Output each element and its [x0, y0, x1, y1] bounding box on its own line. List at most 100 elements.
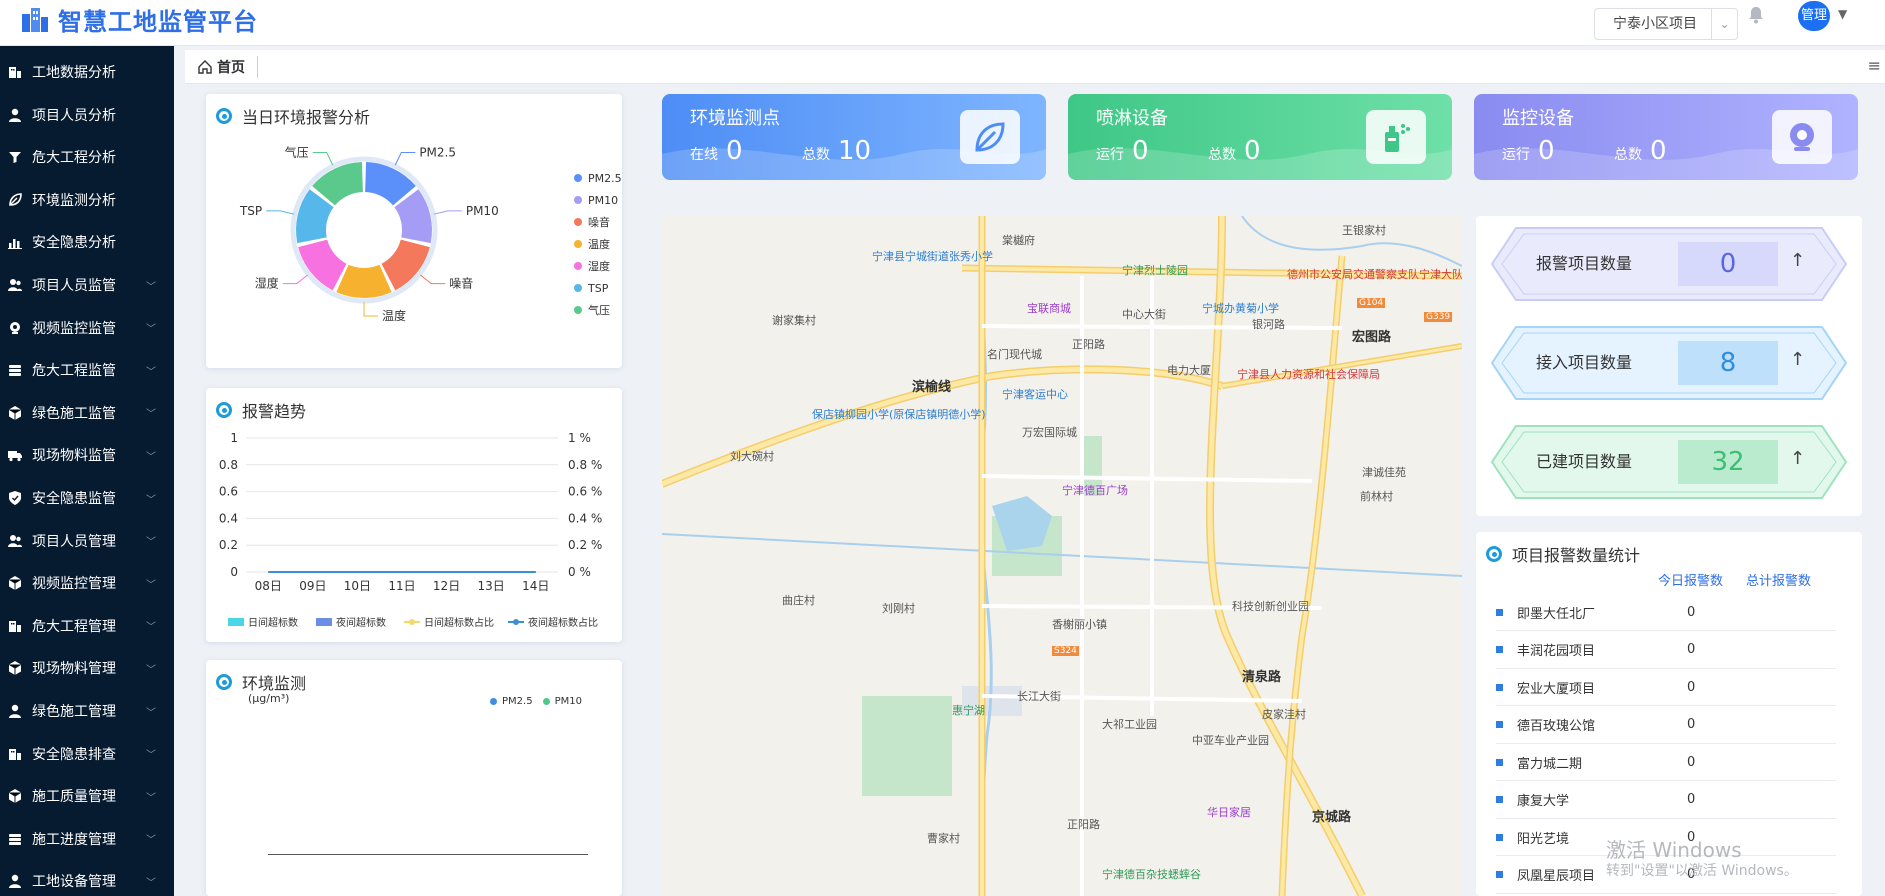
slice-leader-line	[282, 274, 309, 285]
legend-label[interactable]: 温度	[588, 237, 610, 251]
legend-label[interactable]: TSP	[587, 282, 609, 295]
sidebar-item-7[interactable]: 视频监控监管 ﹀	[0, 307, 174, 349]
donut-slice-湿度[interactable]	[298, 239, 347, 291]
sidebar-item-3[interactable]: 危大工程分析	[0, 136, 174, 178]
sidebar-item-18[interactable]: 施工质量管理 ﹀	[0, 775, 174, 817]
sidebar-item-11[interactable]: 安全隐患监管 ﹀	[0, 477, 174, 519]
map-label[interactable]: 中心大街	[1122, 306, 1166, 322]
map-label[interactable]: 宏图路	[1352, 326, 1391, 345]
map-label[interactable]: 滨榆线	[912, 376, 951, 395]
legend-label[interactable]: 日间超标数占比	[424, 616, 494, 629]
map-label[interactable]: 万宏国际城	[1022, 424, 1077, 440]
legend-label[interactable]: 日间超标数	[248, 616, 298, 629]
tab-home[interactable]: 首页	[197, 56, 258, 78]
legend-label[interactable]: 噪音	[588, 215, 610, 229]
table-row[interactable]: 德百玫瑰公馆 0	[1496, 707, 1836, 744]
map-label[interactable]: G104	[1357, 298, 1386, 308]
sidebar-item-1[interactable]: 工地数据分析	[0, 51, 174, 93]
sidebar-item-15[interactable]: 现场物料管理 ﹀	[0, 647, 174, 689]
building-icon	[4, 618, 26, 634]
legend-label[interactable]: 湿度	[588, 259, 610, 273]
stat-card-2[interactable]: 喷淋设备 运行 0 总数 0	[1068, 94, 1452, 180]
sidebar-item-20[interactable]: 工地设备管理 ﹀	[0, 860, 174, 896]
chevron-down-icon[interactable]: ⌄	[1711, 9, 1737, 39]
map-label[interactable]: 电力大厦	[1167, 362, 1211, 378]
project-select[interactable]: 宁泰小区项目 ⌄	[1594, 8, 1738, 40]
map-label[interactable]: 香榭丽小镇	[1052, 616, 1107, 632]
sidebar-item-9[interactable]: 绿色施工监管 ﹀	[0, 392, 174, 434]
sidebar-item-13[interactable]: 视频监控管理 ﹀	[0, 562, 174, 604]
legend-label[interactable]: PM10	[588, 194, 618, 207]
map-label[interactable]: 宁津德百杂技蟋蟀谷	[1102, 866, 1201, 882]
table-row[interactable]: 即墨大任北厂 0	[1496, 594, 1836, 631]
map-label[interactable]: 中亚车业产业园	[1192, 732, 1269, 748]
map-label[interactable]: 京城路	[1312, 806, 1351, 825]
project-count-2[interactable]: 接入项目数量 8 ↑	[1488, 323, 1850, 403]
legend-label[interactable]: PM2.5	[588, 172, 622, 185]
project-map[interactable]: 王银家村棠樾府 宁津县宁城街道张秀小学宁津烈士陵园 德州市公安局交通警察支队宁津大队…	[662, 216, 1462, 896]
map-label[interactable]: 宁津德百广场	[1062, 482, 1128, 498]
menu-icon[interactable]: ≡	[1868, 56, 1881, 75]
donut-slice-温度[interactable]	[336, 264, 392, 298]
sidebar-item-16[interactable]: 绿色施工管理 ﹀	[0, 690, 174, 732]
map-label[interactable]: 大祁工业园	[1102, 716, 1157, 732]
legend-label[interactable]: 夜间超标数	[336, 616, 386, 629]
map-label[interactable]: 刘刚村	[882, 600, 915, 616]
map-label[interactable]: 津诚佳苑	[1362, 464, 1406, 480]
map-label[interactable]: 银河路	[1252, 316, 1285, 332]
sidebar-item-12[interactable]: 项目人员管理 ﹀	[0, 520, 174, 562]
map-label[interactable]: 科技创新创业园	[1232, 598, 1309, 614]
table-row[interactable]: 丰润花园项目 0	[1496, 632, 1836, 669]
map-label[interactable]: 前林村	[1360, 488, 1393, 504]
sidebar-item-5[interactable]: 安全隐患分析	[0, 221, 174, 263]
sidebar-item-10[interactable]: 现场物料监管 ﹀	[0, 434, 174, 476]
legend-label[interactable]: 气压	[588, 303, 610, 317]
user-avatar[interactable]: 管理	[1798, 1, 1830, 31]
col-today-header[interactable]: 今日报警数	[1658, 570, 1723, 589]
map-label[interactable]: 正阳路	[1067, 816, 1100, 832]
map-label[interactable]: 华日家居	[1207, 804, 1251, 820]
map-label[interactable]: 王银家村	[1342, 222, 1386, 238]
map-label[interactable]: 宁津客运中心	[1002, 386, 1068, 402]
table-row[interactable]: 宏业大厦项目 0	[1496, 669, 1836, 706]
map-label[interactable]: 宁津县人力资源和社会保障局	[1237, 366, 1380, 382]
logo[interactable]: 智慧工地监管平台	[20, 2, 258, 37]
map-label[interactable]: 宝联商城	[1027, 300, 1071, 316]
map-label[interactable]: 谢家集村	[772, 312, 816, 328]
map-label[interactable]: 皮家洼村	[1262, 706, 1306, 722]
sidebar-item-4[interactable]: 环境监测分析	[0, 179, 174, 221]
stat-card-1[interactable]: 环境监测点 在线 0 总数 10	[662, 94, 1046, 180]
map-label[interactable]: 曲庄村	[782, 592, 815, 608]
sidebar-item-6[interactable]: 项目人员监管 ﹀	[0, 264, 174, 306]
map-label[interactable]: 宁津烈士陵园	[1122, 262, 1188, 278]
map-label[interactable]: 德州市公安局交通警察支队宁津大队	[1287, 266, 1462, 282]
map-label[interactable]: 正阳路	[1072, 336, 1105, 352]
sidebar-item-17[interactable]: 安全隐患排查 ﹀	[0, 733, 174, 775]
map-label[interactable]: 棠樾府	[1002, 232, 1035, 248]
sidebar-item-19[interactable]: 施工进度管理 ﹀	[0, 818, 174, 860]
caret-down-icon[interactable]: ▼	[1838, 7, 1847, 21]
donut-slice-噪音[interactable]	[381, 239, 430, 291]
map-label[interactable]: 名门现代城	[987, 346, 1042, 362]
bell-icon[interactable]	[1748, 6, 1764, 28]
map-label[interactable]: 惠宁湖	[952, 702, 985, 718]
sidebar-item-8[interactable]: 危大工程监管 ﹀	[0, 349, 174, 391]
map-label[interactable]: 宁城办黄菊小学	[1202, 300, 1279, 316]
project-count-3[interactable]: 已建项目数量 32 ↑	[1488, 422, 1850, 502]
sidebar-item-14[interactable]: 危大工程管理 ﹀	[0, 605, 174, 647]
map-label[interactable]: G339	[1424, 312, 1453, 322]
map-label[interactable]: 清泉路	[1242, 666, 1281, 685]
col-total-header[interactable]: 总计报警数	[1746, 570, 1811, 589]
map-label[interactable]: 刘大碗村	[730, 448, 774, 464]
map-label[interactable]: 宁津县宁城街道张秀小学	[872, 248, 993, 264]
map-label[interactable]: 保店镇柳园小学(原保店镇明德小学)	[812, 406, 986, 422]
map-label[interactable]: S324	[1052, 646, 1079, 656]
table-row[interactable]: 富力城二期 0	[1496, 744, 1836, 781]
sidebar-item-2[interactable]: 项目人员分析	[0, 94, 174, 136]
project-count-1[interactable]: 报警项目数量 0 ↑	[1488, 224, 1850, 304]
map-label[interactable]: 曹家村	[927, 830, 960, 846]
legend-label[interactable]: 夜间超标数占比	[528, 616, 598, 629]
map-label[interactable]: 长江大街	[1017, 688, 1061, 704]
table-row[interactable]: 康复大学 0	[1496, 782, 1836, 819]
stat-card-3[interactable]: 监控设备 运行 0 总数 0	[1474, 94, 1858, 180]
